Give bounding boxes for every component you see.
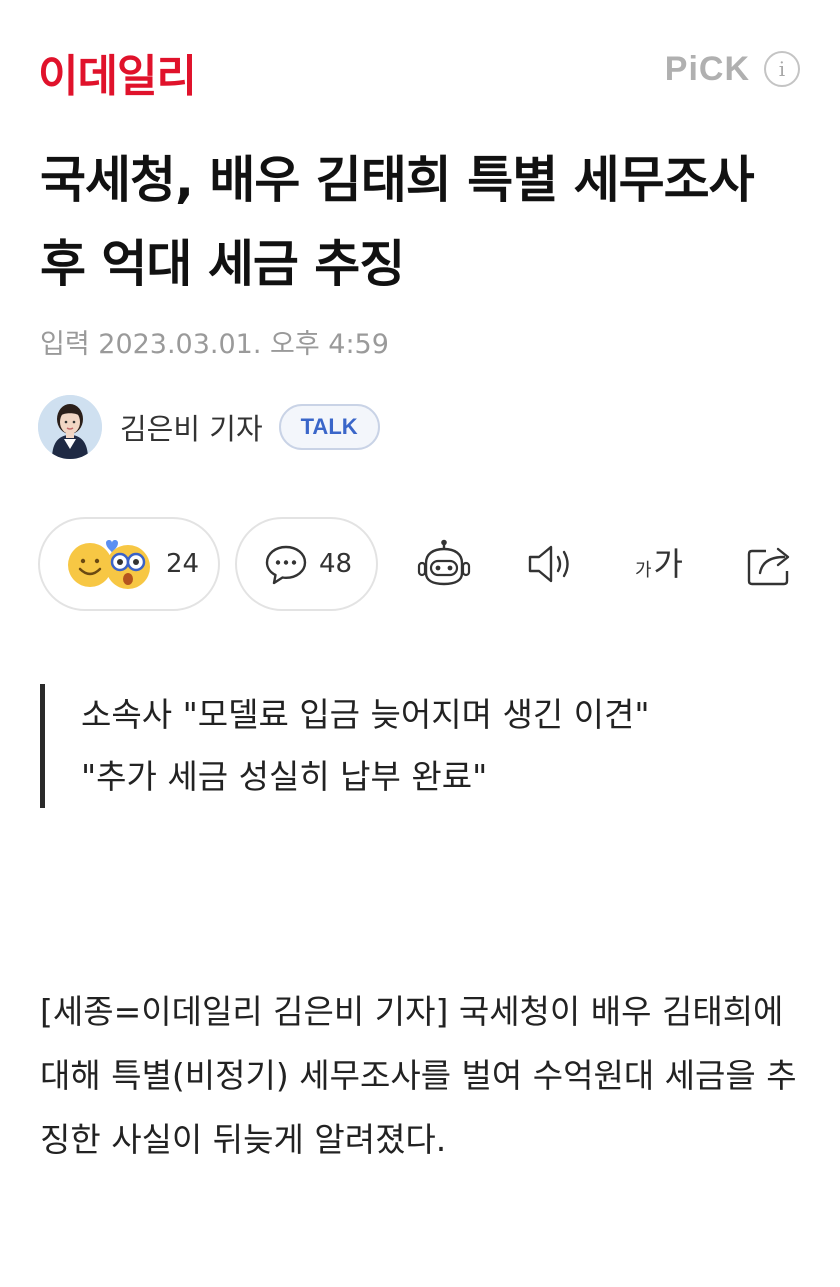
speaker-icon xyxy=(524,542,578,586)
article-subhead-quote: 소속사 "모델료 입금 늦어지며 생긴 이견" "추가 세금 성실히 납부 완료… xyxy=(40,684,800,808)
share-icon xyxy=(744,541,798,587)
font-size-icon: 가 가 xyxy=(635,548,683,580)
app-header: 이데일리 PiCK i xyxy=(0,0,840,130)
comment-count: 48 xyxy=(319,549,353,579)
article-title: 국세청, 배우 김태희 특별 세무조사 후 억대 세금 추징 xyxy=(40,151,755,293)
summary-bot-button[interactable] xyxy=(413,539,475,589)
subhead-line: 소속사 "모델료 입금 늦어지며 생긴 이견" xyxy=(81,695,650,734)
comment-button[interactable]: 48 xyxy=(235,517,378,611)
reporter-avatar[interactable] xyxy=(38,395,102,459)
robot-icon xyxy=(415,539,473,589)
info-icon[interactable]: i xyxy=(764,51,800,87)
share-button[interactable] xyxy=(742,539,800,589)
pick-badge: PiCK xyxy=(664,50,750,88)
reporter-name[interactable]: 김은비 기자 xyxy=(120,406,263,448)
speech-bubble-icon xyxy=(263,541,309,587)
font-size-small-glyph: 가 xyxy=(634,560,652,581)
font-size-large-glyph: 가 xyxy=(653,545,683,583)
talk-button[interactable]: TALK xyxy=(278,404,380,450)
smile-and-surprise-emoji-icon xyxy=(66,537,158,591)
reporter-row: 김은비 기자 TALK xyxy=(38,394,380,460)
article-action-bar: 24 48 가 가 xyxy=(38,517,808,611)
site-logo[interactable]: 이데일리 xyxy=(38,40,197,104)
publish-date: 입력 2023.03.01. 오후 4:59 xyxy=(40,329,389,360)
reaction-button[interactable]: 24 xyxy=(38,517,220,611)
reaction-count: 24 xyxy=(166,549,200,579)
subhead-line: "추가 세금 성실히 납부 완료" xyxy=(81,757,488,796)
article-body: [세종=이데일리 김은비 기자] 국세청이 배우 김태희에 대해 특별(비정기)… xyxy=(40,992,797,1159)
font-size-button[interactable]: 가 가 xyxy=(628,539,690,589)
listen-button[interactable] xyxy=(522,539,580,589)
